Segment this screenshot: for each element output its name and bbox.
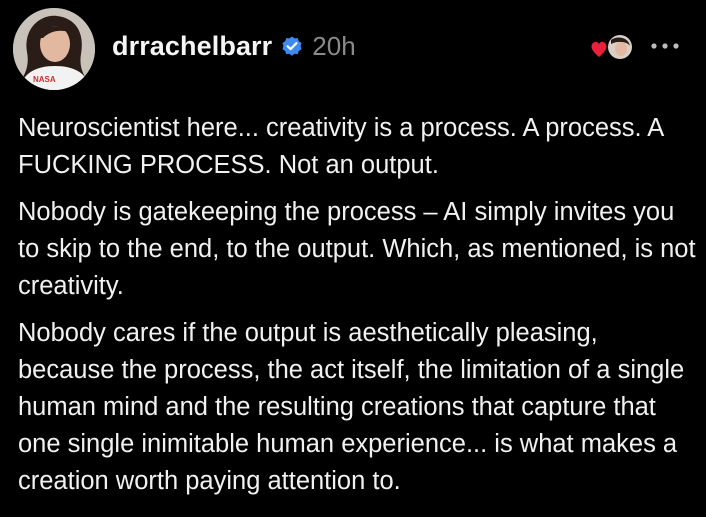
post-body: Neuroscientist here... creativity is a p… [18,110,698,510]
post-header: drrachelbarr 20h [112,26,356,66]
post-card: NASA drrachelbarr 20h Neuroscientist her… [0,0,706,517]
avatar[interactable]: NASA [13,8,95,90]
avatar-shirt-text: NASA [33,75,56,84]
more-options-icon[interactable] [648,36,682,56]
username[interactable]: drrachelbarr [112,31,272,62]
avatar-image: NASA [13,8,95,90]
post-paragraph-3: Nobody cares if the output is aesthetica… [18,319,685,495]
post-timestamp: 20h [312,30,356,61]
heart-reaction-icon[interactable] [588,32,636,62]
post-paragraph-2: Nobody is gatekeeping the process – AI s… [18,198,696,300]
verified-badge-icon [282,36,302,56]
post-paragraph-1: Neuroscientist here... creativity is a p… [18,114,663,179]
